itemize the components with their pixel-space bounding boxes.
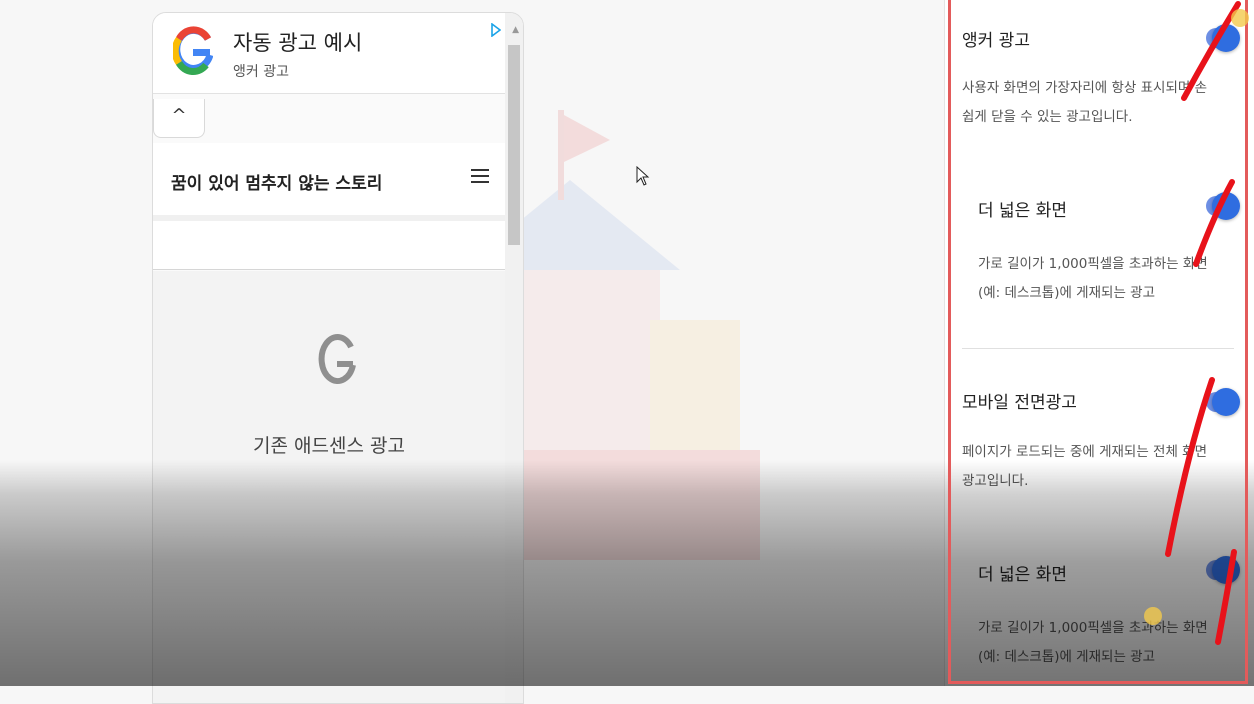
hamburger-menu-icon[interactable] <box>471 165 489 185</box>
section-divider <box>962 348 1234 349</box>
ad-subtitle: 앵커 광고 <box>233 64 289 80</box>
chevron-up-icon: ^ <box>171 105 187 126</box>
mouse-pointer-icon <box>636 166 650 186</box>
ad-title: 자동 광고 예시 <box>233 31 363 55</box>
adchoices-icon[interactable] <box>491 23 501 37</box>
anchor-wide-title: 더 넓은 화면 <box>978 201 1068 221</box>
vignette-wide-title: 더 넓은 화면 <box>978 565 1068 585</box>
scrollbar[interactable]: ▲ <box>505 13 523 703</box>
site-title: 꿈이 있어 멈추지 않는 스토리 <box>171 174 383 194</box>
anchor-wide-toggle[interactable] <box>1206 192 1240 220</box>
content-strip <box>153 221 505 270</box>
anchor-ads-title: 앵커 광고 <box>962 31 1030 51</box>
scrollbar-thumb[interactable] <box>508 45 520 245</box>
legacy-ad-label: 기존 애드센스 광고 <box>253 435 405 457</box>
vignette-wide-toggle[interactable] <box>1206 556 1240 584</box>
collapse-ad-button[interactable]: ^ <box>153 99 205 138</box>
vignette-ads-title: 모바일 전면광고 <box>962 393 1077 413</box>
anchor-ads-toggle[interactable] <box>1206 24 1240 52</box>
mobile-preview: 자동 광고 예시 앵커 광고 ^ ▲ 꿈이 있어 멈추지 않는 스토리 기존 애… <box>152 12 524 704</box>
vignette-ads-toggle[interactable] <box>1206 388 1240 416</box>
vignette-wide-description: 가로 길이가 1,000픽셀을 초과하는 화면 (예: 데스크톱)에 게재되는 광… <box>978 620 1208 665</box>
anchor-ads-description: 사용자 화면의 가장자리에 항상 표시되며 손 쉽게 닫을 수 있는 광고입니다. <box>962 80 1208 125</box>
google-g-icon <box>318 334 356 384</box>
anchor-wide-description: 가로 길이가 1,000픽셀을 초과하는 화면 (예: 데스크톱)에 게재되는 광… <box>978 256 1208 301</box>
vignette-ads-description: 페이지가 로드되는 중에 게재되는 전체 화면 광고입니다. <box>962 444 1208 489</box>
legacy-ad-box: 기존 애드센스 광고 <box>153 271 505 703</box>
scroll-up-icon[interactable]: ▲ <box>512 25 519 35</box>
anchor-ad-banner[interactable]: 자동 광고 예시 앵커 광고 <box>153 13 505 94</box>
google-g-icon <box>173 26 213 75</box>
site-header: 꿈이 있어 멈추지 않는 스토리 <box>153 143 505 221</box>
